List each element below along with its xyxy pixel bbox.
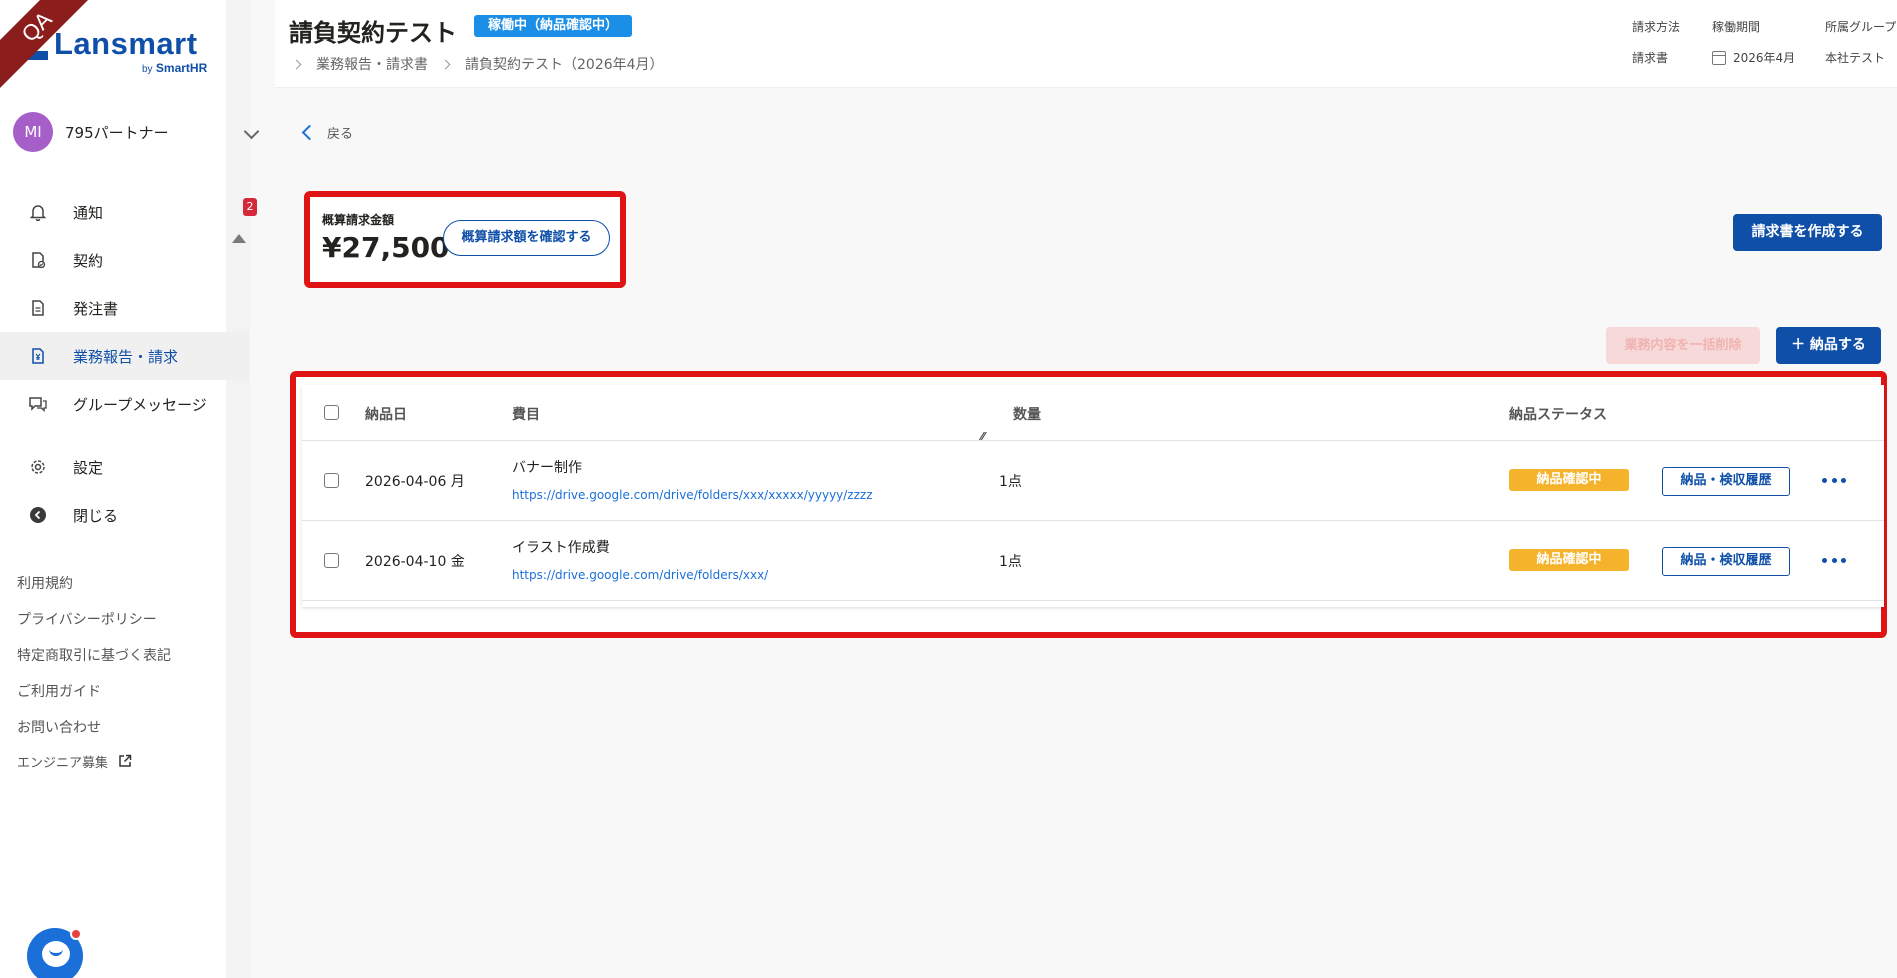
create-invoice-button[interactable]: 請求書を作成する xyxy=(1733,214,1882,251)
delivery-history-button[interactable]: 納品・検収履歴 xyxy=(1662,467,1790,496)
chevron-left-icon xyxy=(301,124,318,141)
breadcrumb: 業務報告・請求書 請負契約テスト（2026年4月） xyxy=(291,54,678,74)
calendar-icon xyxy=(1712,50,1726,65)
page-title: 請負契約テスト xyxy=(289,19,457,47)
delivery-date: 2026-04-10 金 xyxy=(365,554,465,570)
meta-billing-method: 請求方法 請求書 xyxy=(1632,18,1680,66)
avatar: MI xyxy=(13,112,53,152)
sidebar-item-settings[interactable]: 設定 xyxy=(0,443,250,491)
bulk-delete-button: 業務内容を一括削除 xyxy=(1606,327,1760,364)
yen-document-icon xyxy=(28,346,48,366)
header-item: 費目 xyxy=(512,407,540,423)
table-row: 2026-04-06 月 バナー制作 https://drive.google.… xyxy=(302,441,1884,521)
meta-value: 本社テスト xyxy=(1825,51,1886,65)
sidebar-item-notifications[interactable]: 通知 2 xyxy=(0,188,257,236)
meta-value: 2026年4月 xyxy=(1733,51,1796,65)
meta-label: 請求方法 xyxy=(1632,20,1681,34)
sidebar: Lansmart by SmartHR MI 795パートナー 通知 2 契約 … xyxy=(0,0,260,978)
sidebar-item-contracts[interactable]: 契約 xyxy=(0,236,250,284)
sidebar-item-label: 通知 xyxy=(73,203,104,222)
chat-icon xyxy=(28,394,48,414)
back-label: 戻る xyxy=(327,127,354,142)
account-switcher[interactable]: MI 795パートナー xyxy=(13,112,260,152)
account-name: 795パートナー xyxy=(65,123,169,142)
breadcrumb-item-work-report[interactable]: 業務報告・請求書 xyxy=(316,54,428,74)
status-badge: 納品確認中 xyxy=(1509,549,1629,571)
sidebar-item-label: 閉じる xyxy=(73,506,119,525)
brand-smarthr: SmartHR xyxy=(155,61,208,75)
commercial-transactions-link[interactable]: 特定商取引に基づく表記 xyxy=(17,646,171,682)
breadcrumb-item-current: 請負契約テスト（2026年4月） xyxy=(465,57,664,73)
sidebar-item-label: 契約 xyxy=(73,251,104,270)
privacy-policy-link[interactable]: プライバシーポリシー xyxy=(17,610,171,646)
table-row: 2026-04-10 金 イラスト作成費 https://drive.googl… xyxy=(302,521,1884,601)
sidebar-nav: 通知 2 契約 発注書 業務報告・請求 グループメッセージ 設定 閉じる xyxy=(0,188,257,539)
engineer-recruiting-link[interactable]: エンジニア募集 xyxy=(17,754,171,790)
document-icon xyxy=(28,298,48,318)
meta-group: 所属グループ 本社テスト xyxy=(1825,18,1896,66)
terms-link[interactable]: 利用規約 xyxy=(17,574,171,610)
notification-count-badge: 2 xyxy=(243,198,257,216)
page-header: 請負契約テスト 稼働中（納品確認中） 業務報告・請求書 請負契約テスト（2026… xyxy=(275,0,1897,88)
chevron-right-icon xyxy=(291,59,302,69)
check-estimated-amount-button[interactable]: 概算請求額を確認する xyxy=(443,220,610,256)
gear-icon xyxy=(28,457,48,477)
quantity: 1点 xyxy=(999,554,1022,570)
deliveries-table: 納品日 費目 数量 納品ステータス ⁄⁄ 2026-04-06 月 バナー制作 … xyxy=(302,385,1884,607)
back-link[interactable]: 戻る xyxy=(301,123,354,142)
meta-label: 稼働期間 xyxy=(1712,20,1761,34)
row-checkbox[interactable] xyxy=(324,473,339,488)
estimated-amount-card: 概算請求金額 ¥27,500 概算請求額を確認する xyxy=(304,191,626,288)
sidebar-item-collapse[interactable]: 閉じる xyxy=(0,491,250,539)
more-options-icon[interactable] xyxy=(1822,548,1846,572)
delivery-history-button[interactable]: 納品・検収履歴 xyxy=(1662,547,1790,576)
meta-value-row: 2026年4月 xyxy=(1712,49,1795,66)
sidebar-item-label: グループメッセージ xyxy=(73,395,207,414)
sidebar-item-work-report[interactable]: 業務報告・請求 xyxy=(0,332,250,380)
brand-sub: by SmartHR xyxy=(142,61,207,75)
select-all-checkbox[interactable] xyxy=(324,405,339,420)
status-badge: 稼働中（納品確認中） xyxy=(474,15,633,37)
estimated-amount-value: ¥27,500 xyxy=(322,231,450,264)
meta-work-period: 稼働期間 2026年4月 xyxy=(1712,18,1795,66)
chat-unread-dot xyxy=(70,928,82,940)
header-delivery-date: 納品日 xyxy=(365,407,407,423)
header-delivery-status: 納品ステータス xyxy=(1509,407,1607,423)
row-checkbox[interactable] xyxy=(324,553,339,568)
brand-by: by xyxy=(142,64,153,75)
chevron-right-icon xyxy=(440,59,451,69)
meta-value: 請求書 xyxy=(1632,51,1669,65)
sidebar-item-label: 業務報告・請求 xyxy=(73,347,179,366)
deliveries-table-highlight: 納品日 費目 数量 納品ステータス ⁄⁄ 2026-04-06 月 バナー制作 … xyxy=(290,371,1887,638)
nav-gap xyxy=(0,428,250,443)
deliver-button[interactable]: ＋ 納品する xyxy=(1776,327,1881,364)
chevron-down-icon xyxy=(243,123,260,140)
quantity: 1点 xyxy=(999,474,1022,490)
meta-label: 所属グループ xyxy=(1825,20,1897,34)
item-name: バナー制作 xyxy=(512,460,582,476)
sidebar-item-group-messages[interactable]: グループメッセージ xyxy=(0,380,250,428)
engineer-recruiting-label: エンジニア募集 xyxy=(17,756,109,771)
status-badge: 納品確認中 xyxy=(1509,469,1629,491)
item-link[interactable]: https://drive.google.com/drive/folders/x… xyxy=(512,488,873,502)
external-link-icon xyxy=(118,754,132,775)
delivery-date: 2026-04-06 月 xyxy=(365,474,465,490)
support-chat-button[interactable] xyxy=(27,928,83,978)
sidebar-footer-links: 利用規約 プライバシーポリシー 特定商取引に基づく表記 ご利用ガイド お問い合わ… xyxy=(17,574,171,790)
table-header: 納品日 費目 数量 納品ステータス ⁄⁄ xyxy=(302,385,1884,443)
sidebar-item-label: 設定 xyxy=(73,458,104,477)
more-options-icon[interactable] xyxy=(1822,468,1846,492)
sidebar-item-label: 発注書 xyxy=(73,299,119,318)
estimated-amount-label: 概算請求金額 xyxy=(322,213,395,227)
collapse-icon xyxy=(28,505,48,525)
header-quantity: 数量 xyxy=(1013,407,1041,423)
item-link[interactable]: https://drive.google.com/drive/folders/x… xyxy=(512,568,768,582)
user-guide-link[interactable]: ご利用ガイド xyxy=(17,682,171,718)
bell-icon xyxy=(28,202,48,222)
brand-name: Lansmart xyxy=(54,26,198,61)
contact-link[interactable]: お問い合わせ xyxy=(17,718,171,754)
contract-icon xyxy=(28,250,48,270)
sidebar-item-purchase-orders[interactable]: 発注書 xyxy=(0,284,250,332)
item-name: イラスト作成費 xyxy=(512,540,610,556)
